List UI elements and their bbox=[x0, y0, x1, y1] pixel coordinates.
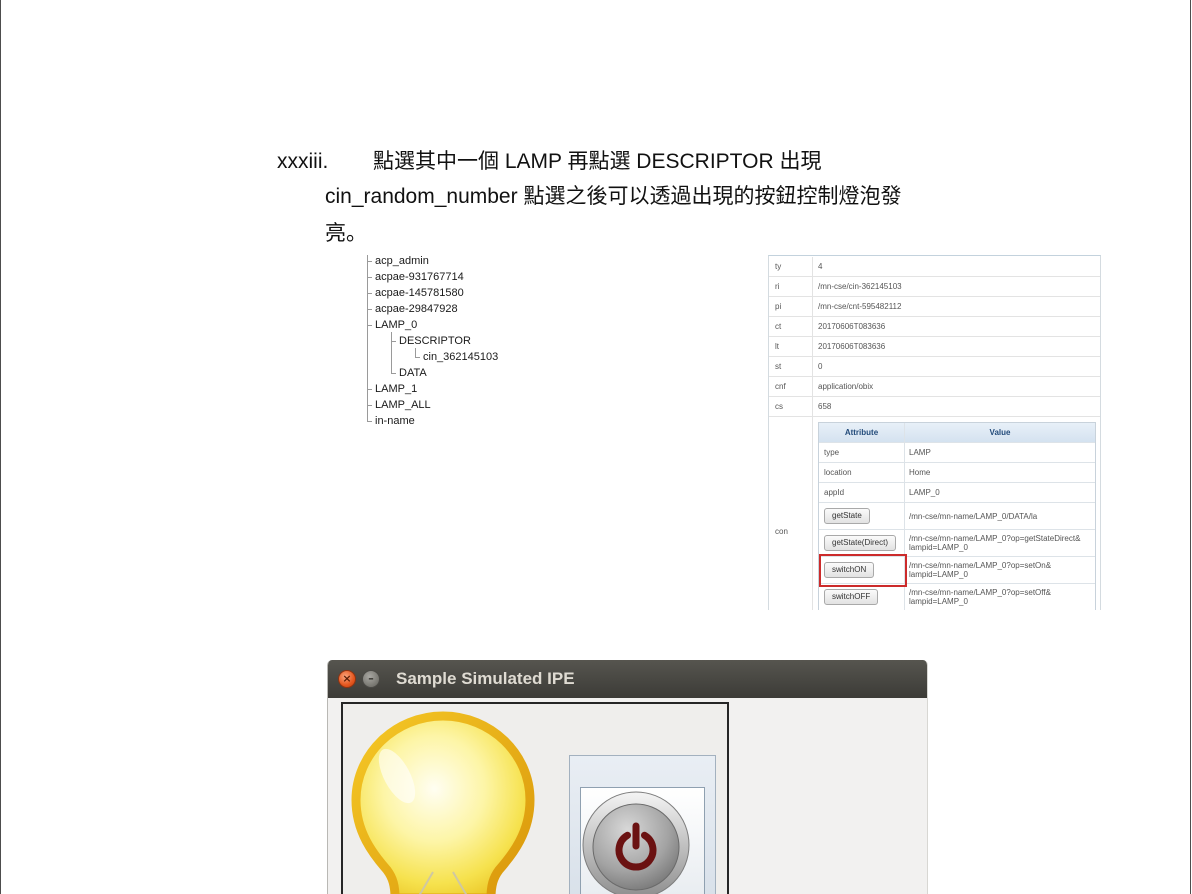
content-attribute: type bbox=[819, 443, 905, 462]
tree-node-acpae[interactable]: acpae-145781580 bbox=[367, 286, 464, 300]
content-table-header: Attribute Value bbox=[819, 423, 1095, 443]
operation-url: /mn-cse/mn-name/LAMP_0?op=setOn& lampid=… bbox=[905, 557, 1095, 583]
tree-node-data[interactable]: DATA bbox=[391, 366, 427, 380]
attribute-key: lt bbox=[769, 337, 813, 356]
tree-node-lamp-1[interactable]: LAMP_1 bbox=[366, 382, 417, 396]
content-value-text: Home bbox=[909, 468, 931, 477]
attribute-row: ri /mn-cse/cin-362145103 bbox=[769, 277, 1100, 297]
content-row: appId LAMP_0 bbox=[819, 483, 1095, 503]
column-header-attribute: Attribute bbox=[819, 423, 905, 442]
get-state-button[interactable]: getState bbox=[824, 508, 870, 524]
content-value: LAMP bbox=[905, 443, 1095, 462]
attribute-value: 658 bbox=[818, 402, 832, 411]
operation-row: getState(Direct) /mn-cse/mn-name/LAMP_0?… bbox=[819, 530, 1095, 557]
operation-url-line: lampid=LAMP_0 bbox=[909, 543, 968, 552]
content-value-text: LAMP bbox=[909, 448, 931, 457]
content-row: type LAMP bbox=[819, 443, 1095, 463]
attribute-key: pi bbox=[769, 297, 813, 316]
operation-url: /mn-cse/mn-name/LAMP_0?op=setOff& lampid… bbox=[905, 584, 1095, 610]
operation-cell: getState(Direct) bbox=[819, 530, 905, 556]
attribute-value: /mn-cse/cin-362145103 bbox=[818, 282, 902, 291]
power-button[interactable] bbox=[581, 788, 704, 894]
switch-off-button[interactable]: switchOFF bbox=[824, 589, 879, 605]
operation-cell: switchOFF bbox=[819, 584, 905, 610]
content-attribute: location bbox=[819, 463, 905, 482]
content-key: con bbox=[775, 527, 788, 536]
content-value: LAMP_0 bbox=[905, 483, 1095, 502]
operation-cell: getState bbox=[819, 503, 905, 529]
operation-row: switchON /mn-cse/mn-name/LAMP_0?op=setOn… bbox=[819, 554, 1095, 587]
attribute-value: application/obix bbox=[818, 382, 874, 391]
operation-url: /mn-cse/mn-name/LAMP_0/DATA/la bbox=[905, 503, 1095, 529]
attribute-key: st bbox=[769, 357, 813, 376]
tree-node-lamp-0[interactable]: LAMP_0 bbox=[366, 318, 417, 332]
operation-row: switchOFF /mn-cse/mn-name/LAMP_0?op=setO… bbox=[819, 584, 1095, 610]
ipe-window: Sample Simulated IPE bbox=[327, 660, 928, 894]
attribute-key: cs bbox=[769, 397, 813, 416]
content-attribute: appId bbox=[819, 483, 905, 502]
window-titlebar[interactable]: Sample Simulated IPE bbox=[328, 660, 927, 698]
attribute-key: ty bbox=[769, 257, 813, 276]
attribute-value: /mn-cse/cnt-595482112 bbox=[818, 302, 902, 311]
operation-url-line: lampid=LAMP_0 bbox=[909, 597, 968, 606]
attribute-key: cnf bbox=[769, 377, 813, 396]
power-button-frame bbox=[580, 787, 705, 894]
operation-url-line: /mn-cse/mn-name/LAMP_0?op=setOff& bbox=[909, 588, 1051, 597]
switch-on-button[interactable]: switchON bbox=[824, 562, 875, 578]
paragraph-line-3: 亮。 bbox=[325, 222, 367, 245]
operation-row: getState /mn-cse/mn-name/LAMP_0/DATA/la bbox=[819, 503, 1095, 530]
tree-node-acp-admin[interactable]: acp_admin bbox=[367, 254, 429, 268]
close-icon[interactable] bbox=[338, 670, 356, 688]
content-value-text: LAMP_0 bbox=[909, 488, 940, 497]
attribute-value: 20170606T083636 bbox=[818, 322, 886, 331]
operation-url-line: /mn-cse/mn-name/LAMP_0?op=setOn& bbox=[909, 561, 1052, 570]
tree-node-acpae[interactable]: acpae-931767714 bbox=[367, 270, 464, 284]
tree-node-in-name[interactable]: in-name bbox=[367, 414, 415, 428]
attribute-row: st 0 bbox=[769, 357, 1100, 377]
attribute-row: cnf application/obix bbox=[769, 377, 1100, 397]
column-header-value: Value bbox=[989, 428, 1011, 437]
attribute-row: lt 20170606T083636 bbox=[769, 337, 1100, 357]
get-state-direct-button[interactable]: getState(Direct) bbox=[824, 535, 897, 551]
attribute-value: 0 bbox=[818, 362, 823, 371]
attribute-key: ri bbox=[769, 277, 813, 296]
tree-node-descriptor[interactable]: DESCRIPTOR bbox=[391, 334, 471, 348]
attribute-row: pi /mn-cse/cnt-595482112 bbox=[769, 297, 1100, 317]
content-key-cell bbox=[769, 417, 813, 610]
tree-node-cin[interactable]: cin_362145103 bbox=[414, 350, 498, 364]
tree-guide-line bbox=[367, 255, 368, 421]
paragraph-line-2: cin_random_number 點選之後可以透過出現的按鈕控制燈泡發 bbox=[325, 185, 902, 208]
lightbulb-icon bbox=[351, 711, 535, 894]
content-row: location Home bbox=[819, 463, 1095, 483]
attribute-row: cs 658 bbox=[769, 397, 1100, 417]
minimize-icon[interactable] bbox=[362, 670, 380, 688]
operation-url-line: lampid=LAMP_0 bbox=[909, 570, 968, 579]
attribute-value: 4 bbox=[818, 262, 823, 271]
page-border-left bbox=[0, 0, 1, 894]
tree-guide-line bbox=[391, 332, 392, 373]
content-table: Attribute Value type LAMP location Home … bbox=[818, 422, 1096, 610]
tree-guide-line bbox=[415, 348, 416, 357]
attribute-row: ty 4 bbox=[769, 257, 1100, 277]
tree-node-lamp-all[interactable]: LAMP_ALL bbox=[367, 398, 431, 412]
list-item-number: xxxiii. bbox=[277, 150, 329, 173]
attribute-value: 20170606T083636 bbox=[818, 342, 886, 351]
window-title: Sample Simulated IPE bbox=[396, 669, 575, 688]
attribute-row: ct 20170606T083636 bbox=[769, 317, 1100, 337]
power-button-panel bbox=[569, 755, 716, 894]
page-border-right bbox=[1190, 0, 1191, 894]
operation-url: /mn-cse/mn-name/LAMP_0?op=getStateDirect… bbox=[905, 530, 1095, 556]
tree-node-acpae[interactable]: acpae-29847928 bbox=[367, 302, 458, 316]
operation-url-line: /mn-cse/mn-name/LAMP_0/DATA/la bbox=[909, 511, 1038, 521]
operation-cell: switchON bbox=[819, 554, 907, 587]
paragraph-line-1: 點選其中一個 LAMP 再點選 DESCRIPTOR 出現 bbox=[373, 150, 822, 173]
lamp-panel bbox=[341, 702, 729, 894]
content-value: Home bbox=[905, 463, 1095, 482]
attribute-key: ct bbox=[769, 317, 813, 336]
operation-url-line: /mn-cse/mn-name/LAMP_0?op=getStateDirect… bbox=[909, 534, 1081, 543]
